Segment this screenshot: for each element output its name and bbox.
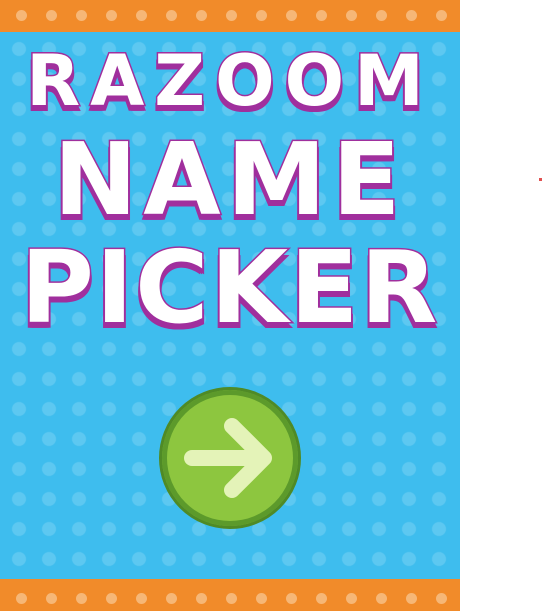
stripe-dot (406, 593, 417, 604)
stripe-dot (436, 593, 447, 604)
stripe-dot (376, 10, 387, 21)
arrow-right-icon (184, 418, 272, 498)
title-line-name: NAME (52, 121, 407, 238)
stripe-dot (166, 593, 177, 604)
stripe-dot (16, 593, 27, 604)
stripe-dot (256, 10, 267, 21)
stripe-dot (46, 593, 57, 604)
stripe-dot (316, 593, 327, 604)
stripe-dot (226, 593, 237, 604)
stripe-dot (136, 593, 147, 604)
stripe-dot (346, 593, 357, 604)
title-line-picker: PICKER (19, 229, 440, 346)
stripe-dot (106, 593, 117, 604)
stripe-dot (136, 10, 147, 21)
bottom-dotted-stripe (0, 579, 460, 611)
stripe-dot (256, 593, 267, 604)
start-button[interactable] (159, 387, 301, 529)
stripe-dot (436, 10, 447, 21)
stripe-dot (406, 10, 417, 21)
stripe-dot (46, 10, 57, 21)
stripe-dot (76, 593, 87, 604)
stripe-dot (286, 10, 297, 21)
stripe-dot (346, 10, 357, 21)
stripe-dot (286, 593, 297, 604)
game-screen: RAZOOM NAME PICKER (0, 0, 460, 611)
top-dotted-stripe (0, 0, 460, 32)
stripe-dot (166, 10, 177, 21)
stripe-dot (16, 10, 27, 21)
stripe-dot (316, 10, 327, 21)
stripe-dot (106, 10, 117, 21)
title-line-razoom: RAZOOM (25, 40, 434, 122)
stripe-dot (196, 10, 207, 21)
stripe-dot (196, 593, 207, 604)
stripe-dot (226, 10, 237, 21)
stripe-dot (76, 10, 87, 21)
stripe-dot (376, 593, 387, 604)
